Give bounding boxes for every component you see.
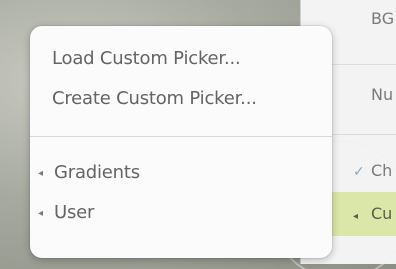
menu-item-label: Create Custom Picker... <box>52 88 257 109</box>
menu-divider <box>30 136 332 137</box>
screen: BG Nu ✓ Ch ◂ Cu Load Custom Picker... Crea… <box>0 0 396 269</box>
menu-item-label: Load Custom Picker... <box>52 48 241 69</box>
menu-item-label: User <box>54 202 95 223</box>
load-custom-picker-item[interactable]: Load Custom Picker... <box>52 48 241 69</box>
left-triangle-icon: ◂ <box>38 208 43 219</box>
user-submenu-item[interactable]: ◂ User <box>38 202 94 223</box>
menu-item-label: Gradients <box>54 162 140 183</box>
custom-picker-popup-menu: Load Custom Picker... Create Custom Pick… <box>30 26 332 258</box>
background-menu-item-label: Nu <box>371 85 394 104</box>
background-menu-item-label: BG <box>371 9 395 28</box>
left-triangle-icon: ◂ <box>38 168 43 179</box>
gradients-submenu-item[interactable]: ◂ Gradients <box>38 162 140 183</box>
create-custom-picker-item[interactable]: Create Custom Picker... <box>52 88 257 109</box>
